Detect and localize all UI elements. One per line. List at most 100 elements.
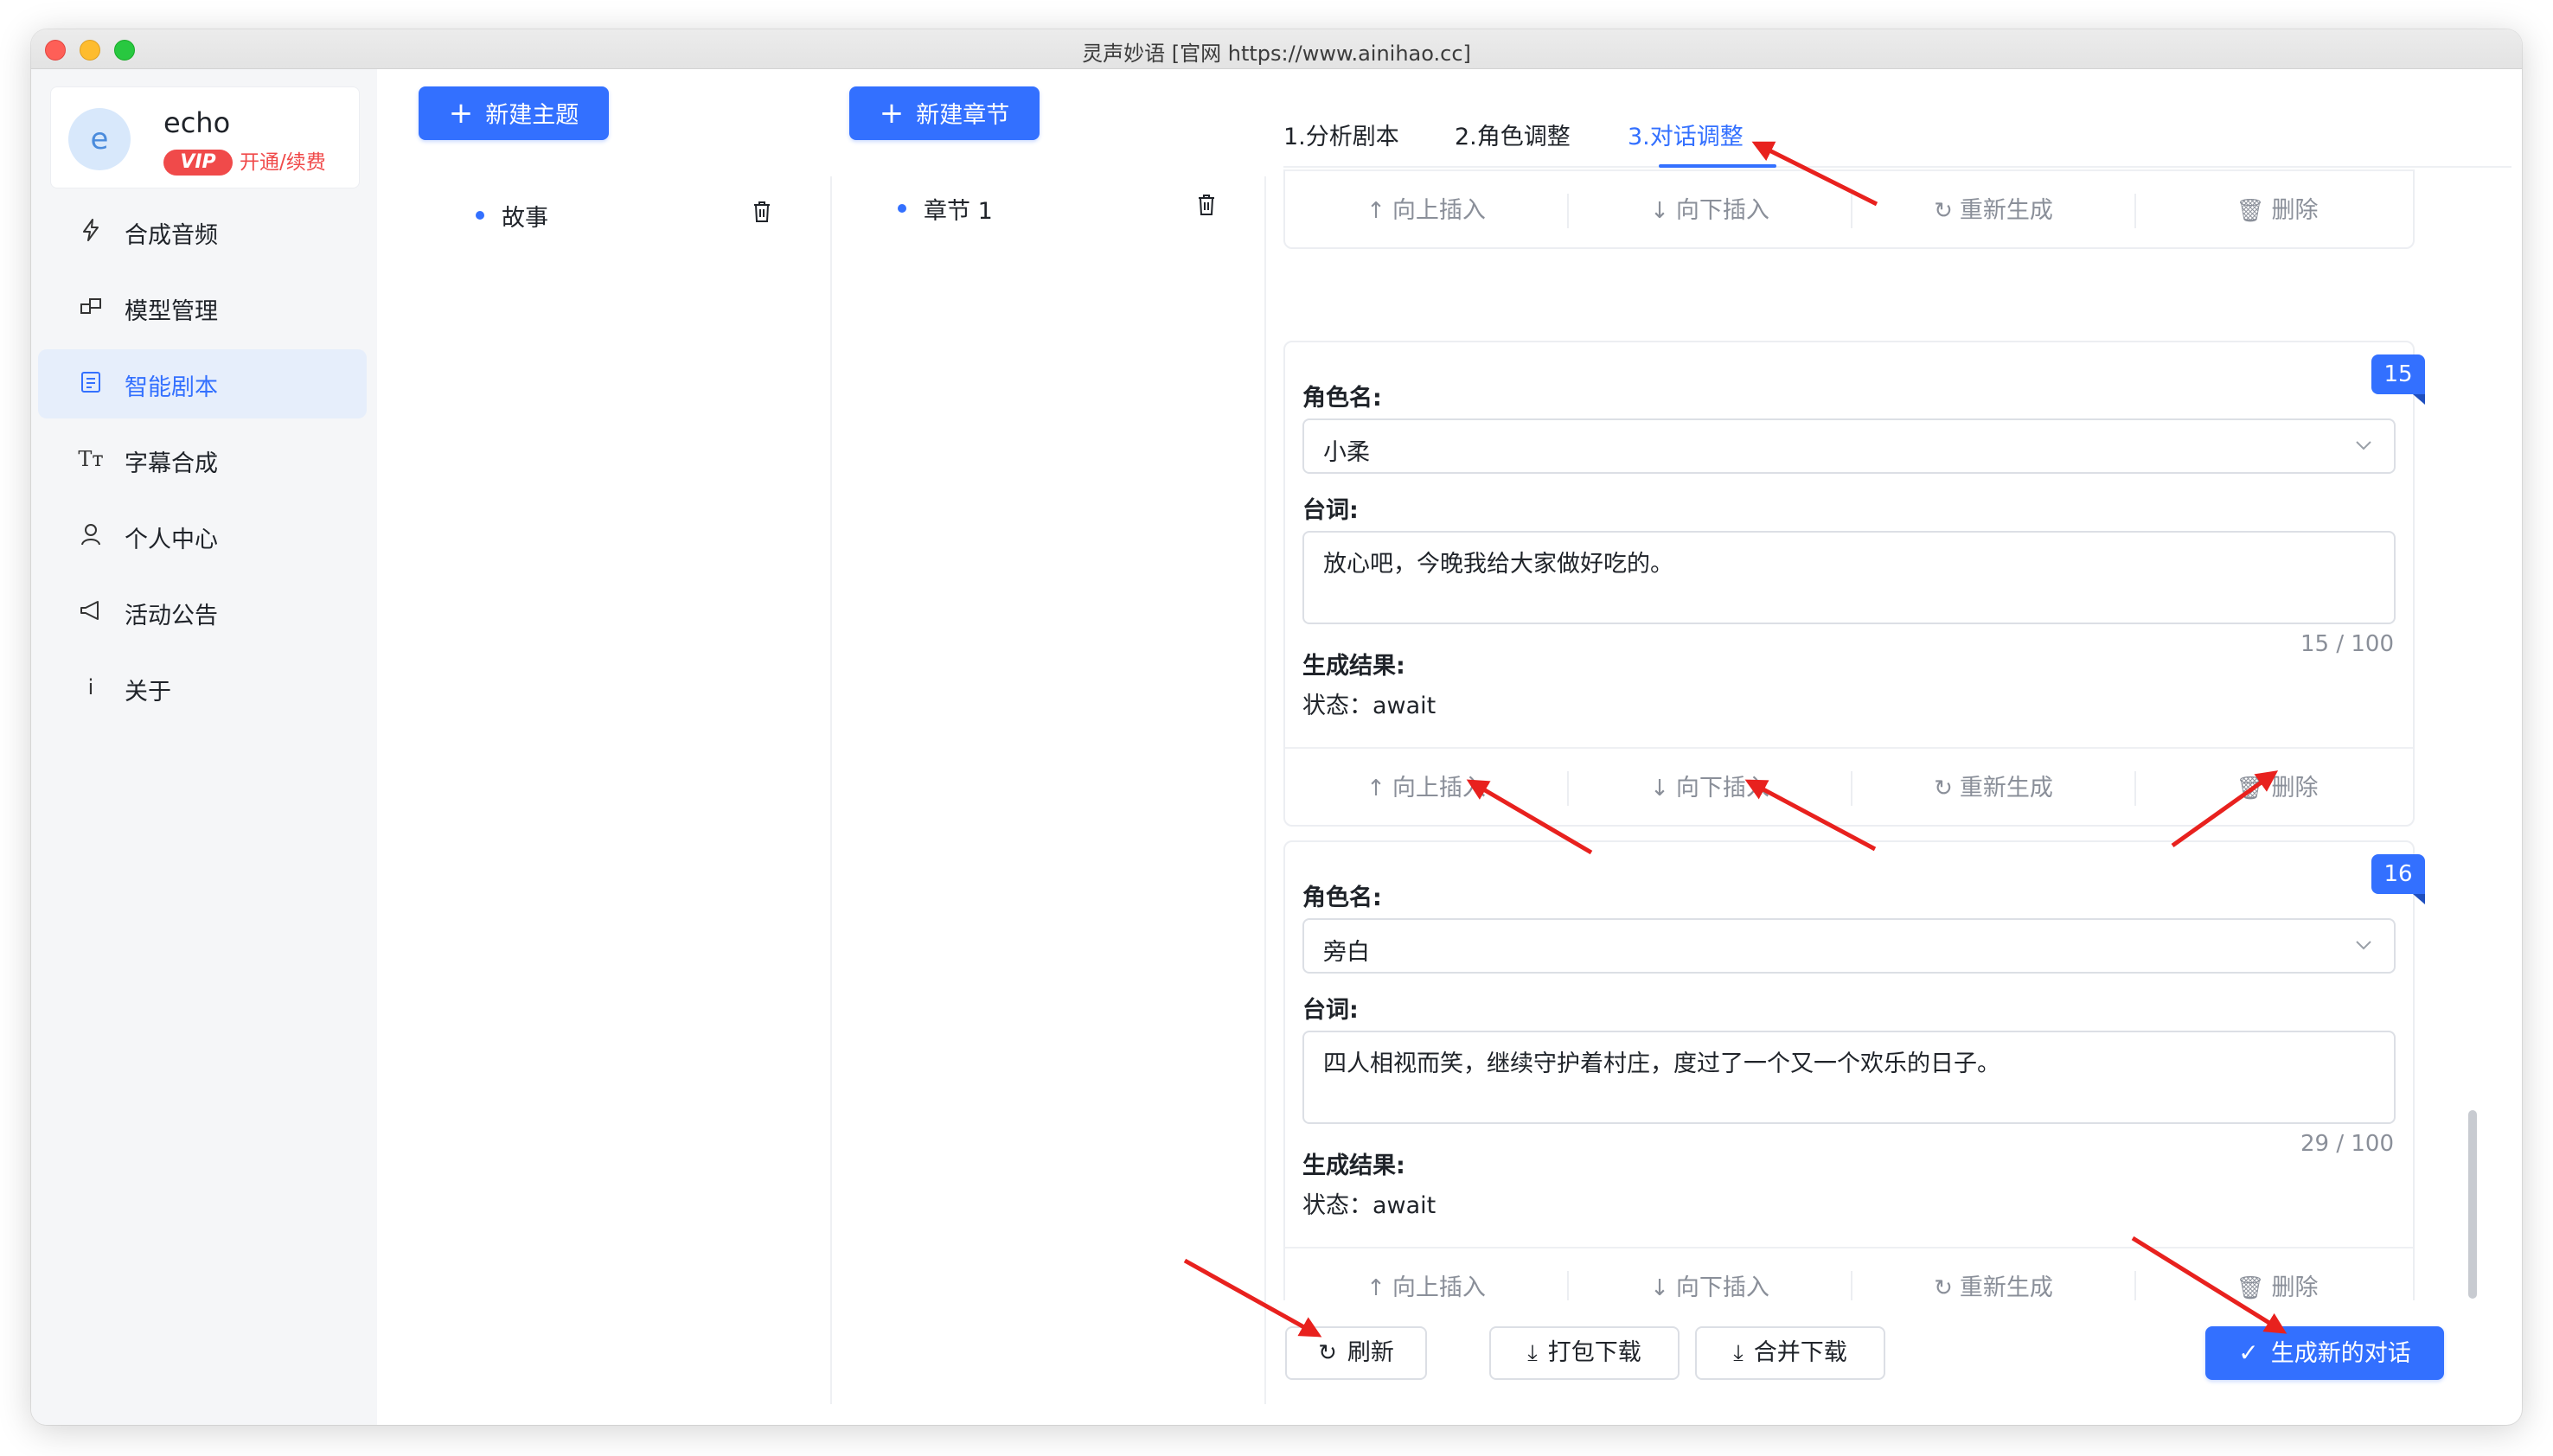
insert-above-label: 向上插入 bbox=[1392, 775, 1486, 801]
insert-below-label: 向下插入 bbox=[1675, 775, 1769, 801]
topic-item-story[interactable]: 故事 bbox=[502, 199, 548, 233]
sidebar-item-subtitle-synthesis[interactable]: Tт 字幕合成 bbox=[38, 425, 367, 495]
role-select[interactable]: 小柔 bbox=[1302, 418, 2396, 474]
vip-renew-link[interactable]: 开通/续费 bbox=[240, 150, 326, 176]
result-label: 生成结果: bbox=[1302, 653, 1405, 680]
refresh-icon: ↻ bbox=[1934, 1275, 1953, 1300]
plus-icon: + bbox=[448, 96, 474, 131]
regenerate-button[interactable]: ↻ 重新生成 bbox=[1852, 171, 2134, 251]
user-icon bbox=[78, 522, 104, 548]
generate-dialog-button[interactable]: ✓ 生成新的对话 bbox=[2205, 1326, 2444, 1380]
window-title: 灵声妙语 [官网 https://www.ainihao.cc] bbox=[1082, 42, 1471, 66]
card-action-bar: ↑ 向上插入 ↓ 向下插入 ↻ 重新生成 🗑 删除 bbox=[1285, 169, 2413, 249]
info-icon: i bbox=[87, 675, 94, 699]
trash-icon: 🗑 bbox=[2236, 1275, 2265, 1300]
delete-topic-icon[interactable] bbox=[752, 201, 771, 223]
delete-label: 删除 bbox=[2271, 1274, 2319, 1300]
insert-above-button[interactable]: ↑ 向上插入 bbox=[1285, 171, 1567, 251]
refresh-button[interactable]: ↻ 刷新 bbox=[1285, 1326, 1427, 1380]
new-chapter-label: 新建章节 bbox=[916, 102, 1010, 129]
new-topic-button[interactable]: + 新建主题 bbox=[419, 86, 609, 140]
lightning-icon bbox=[78, 218, 104, 244]
line-label: 台词: bbox=[1302, 997, 1359, 1024]
arrow-down-icon: ↓ bbox=[1650, 198, 1669, 224]
sidebar: e echo VIP 开通/续费 合成音频 模型管理 智能剧本 Tт 字幕合成 bbox=[31, 69, 377, 1425]
dialog-list[interactable]: ↑ 向上插入 ↓ 向下插入 ↻ 重新生成 🗑 删除 15 角色名: 小柔 台词: 放心吧… bbox=[1283, 169, 2494, 1300]
dialog-card-14: ↑ 向上插入 ↓ 向下插入 ↻ 重新生成 🗑 删除 bbox=[1283, 169, 2415, 249]
chapter-item-1[interactable]: 章节 1 bbox=[924, 192, 993, 226]
insert-above-button[interactable]: ↑ 向上插入 bbox=[1285, 1248, 1567, 1300]
dialog-card-15: 15 角色名: 小柔 台词: 放心吧，今晚我给大家做好吃的。 15 / 100 … bbox=[1283, 341, 2425, 827]
user-card[interactable]: e echo VIP 开通/续费 bbox=[50, 86, 360, 188]
sidebar-item-model-management[interactable]: 模型管理 bbox=[38, 273, 367, 342]
sidebar-item-audio-synthesis[interactable]: 合成音频 bbox=[38, 197, 367, 266]
bullet-icon bbox=[898, 204, 906, 213]
insert-above-button[interactable]: ↑ 向上插入 bbox=[1285, 749, 1567, 828]
sidebar-item-personal-center[interactable]: 个人中心 bbox=[38, 501, 367, 571]
line-textarea[interactable]: 放心吧，今晚我给大家做好吃的。 bbox=[1302, 531, 2396, 624]
column-divider bbox=[830, 176, 832, 1404]
sidebar-item-about[interactable]: i 关于 bbox=[38, 654, 367, 723]
app-window: 灵声妙语 [官网 https://www.ainihao.cc] e echo … bbox=[31, 29, 2522, 1425]
download-icon: ⤓ bbox=[1733, 1340, 1744, 1366]
plus-icon: + bbox=[879, 96, 905, 131]
tab-role-adjust[interactable]: 2.角色调整 bbox=[1455, 118, 1571, 151]
card-action-bar: ↑ 向上插入 ↓ 向下插入 ↻ 重新生成 🗑 删除 bbox=[1285, 1247, 2413, 1300]
line-label: 台词: bbox=[1302, 497, 1359, 524]
merge-download-button[interactable]: ⤓ 合并下载 bbox=[1695, 1326, 1885, 1380]
delete-chapter-icon[interactable] bbox=[1197, 194, 1216, 216]
card-number-badge: 15 bbox=[2371, 354, 2425, 405]
insert-above-label: 向上插入 bbox=[1392, 197, 1486, 224]
sidebar-item-label: 字幕合成 bbox=[125, 450, 218, 477]
regenerate-button[interactable]: ↻ 重新生成 bbox=[1852, 1248, 2134, 1300]
new-topic-label: 新建主题 bbox=[485, 102, 579, 129]
insert-above-label: 向上插入 bbox=[1392, 1274, 1486, 1300]
insert-below-button[interactable]: ↓ 向下插入 bbox=[1569, 1248, 1851, 1300]
sidebar-item-label: 个人中心 bbox=[125, 527, 218, 553]
delete-button[interactable]: 🗑 删除 bbox=[2136, 1248, 2418, 1300]
generate-dialog-label: 生成新的对话 bbox=[2270, 1340, 2411, 1367]
char-counter: 29 / 100 bbox=[2300, 1131, 2394, 1157]
delete-button[interactable]: 🗑 删除 bbox=[2136, 171, 2418, 251]
sidebar-item-label: 关于 bbox=[125, 679, 171, 706]
line-textarea[interactable]: 四人相视而笑，继续守护着村庄，度过了一个又一个欢乐的日子。 bbox=[1302, 1031, 2396, 1124]
new-chapter-button[interactable]: + 新建章节 bbox=[849, 86, 1040, 140]
chevron-down-icon bbox=[2356, 941, 2371, 950]
active-tab-indicator bbox=[1659, 164, 1776, 168]
model-icon bbox=[78, 294, 104, 320]
insert-below-button[interactable]: ↓ 向下插入 bbox=[1569, 171, 1851, 251]
tab-dialog-adjust[interactable]: 3.对话调整 bbox=[1628, 118, 1744, 151]
megaphone-icon bbox=[78, 598, 104, 624]
refresh-icon: ↻ bbox=[1934, 198, 1953, 224]
sidebar-item-label: 活动公告 bbox=[125, 603, 218, 629]
scrollbar-thumb[interactable] bbox=[2468, 1110, 2477, 1299]
delete-label: 删除 bbox=[2271, 775, 2319, 801]
user-name: echo bbox=[163, 106, 231, 139]
trash-icon: 🗑 bbox=[2236, 776, 2265, 801]
sidebar-item-smart-script[interactable]: 智能剧本 bbox=[38, 349, 367, 418]
status-text: 状态：await bbox=[1302, 1192, 1436, 1219]
arrow-down-icon: ↓ bbox=[1650, 1275, 1669, 1300]
tab-analyze-script[interactable]: 1.分析剧本 bbox=[1283, 118, 1399, 151]
sidebar-item-label: 智能剧本 bbox=[125, 374, 218, 401]
sidebar-item-announcements[interactable]: 活动公告 bbox=[38, 578, 367, 647]
text-icon: Tт bbox=[78, 447, 104, 471]
refresh-icon: ↻ bbox=[1318, 1340, 1337, 1366]
result-label: 生成结果: bbox=[1302, 1153, 1405, 1179]
check-icon: ✓ bbox=[2238, 1338, 2259, 1367]
regenerate-button[interactable]: ↻ 重新生成 bbox=[1852, 749, 2134, 828]
role-name-label: 角色名: bbox=[1302, 385, 1382, 412]
insert-below-button[interactable]: ↓ 向下插入 bbox=[1569, 749, 1851, 828]
arrow-up-icon: ↑ bbox=[1366, 776, 1385, 801]
avatar[interactable]: e bbox=[68, 108, 131, 170]
role-select[interactable]: 旁白 bbox=[1302, 918, 2396, 974]
role-select-value: 旁白 bbox=[1323, 939, 1370, 966]
pack-download-button[interactable]: ⤓ 打包下载 bbox=[1489, 1326, 1680, 1380]
delete-label: 删除 bbox=[2271, 197, 2319, 224]
arrow-up-icon: ↑ bbox=[1366, 1275, 1385, 1300]
delete-button[interactable]: 🗑 删除 bbox=[2136, 749, 2418, 828]
card-action-bar: ↑ 向上插入 ↓ 向下插入 ↻ 重新生成 🗑 删除 bbox=[1285, 747, 2413, 827]
role-select-value: 小柔 bbox=[1323, 439, 1370, 466]
card-number-badge: 16 bbox=[2371, 854, 2425, 904]
arrow-up-icon: ↑ bbox=[1366, 198, 1385, 224]
